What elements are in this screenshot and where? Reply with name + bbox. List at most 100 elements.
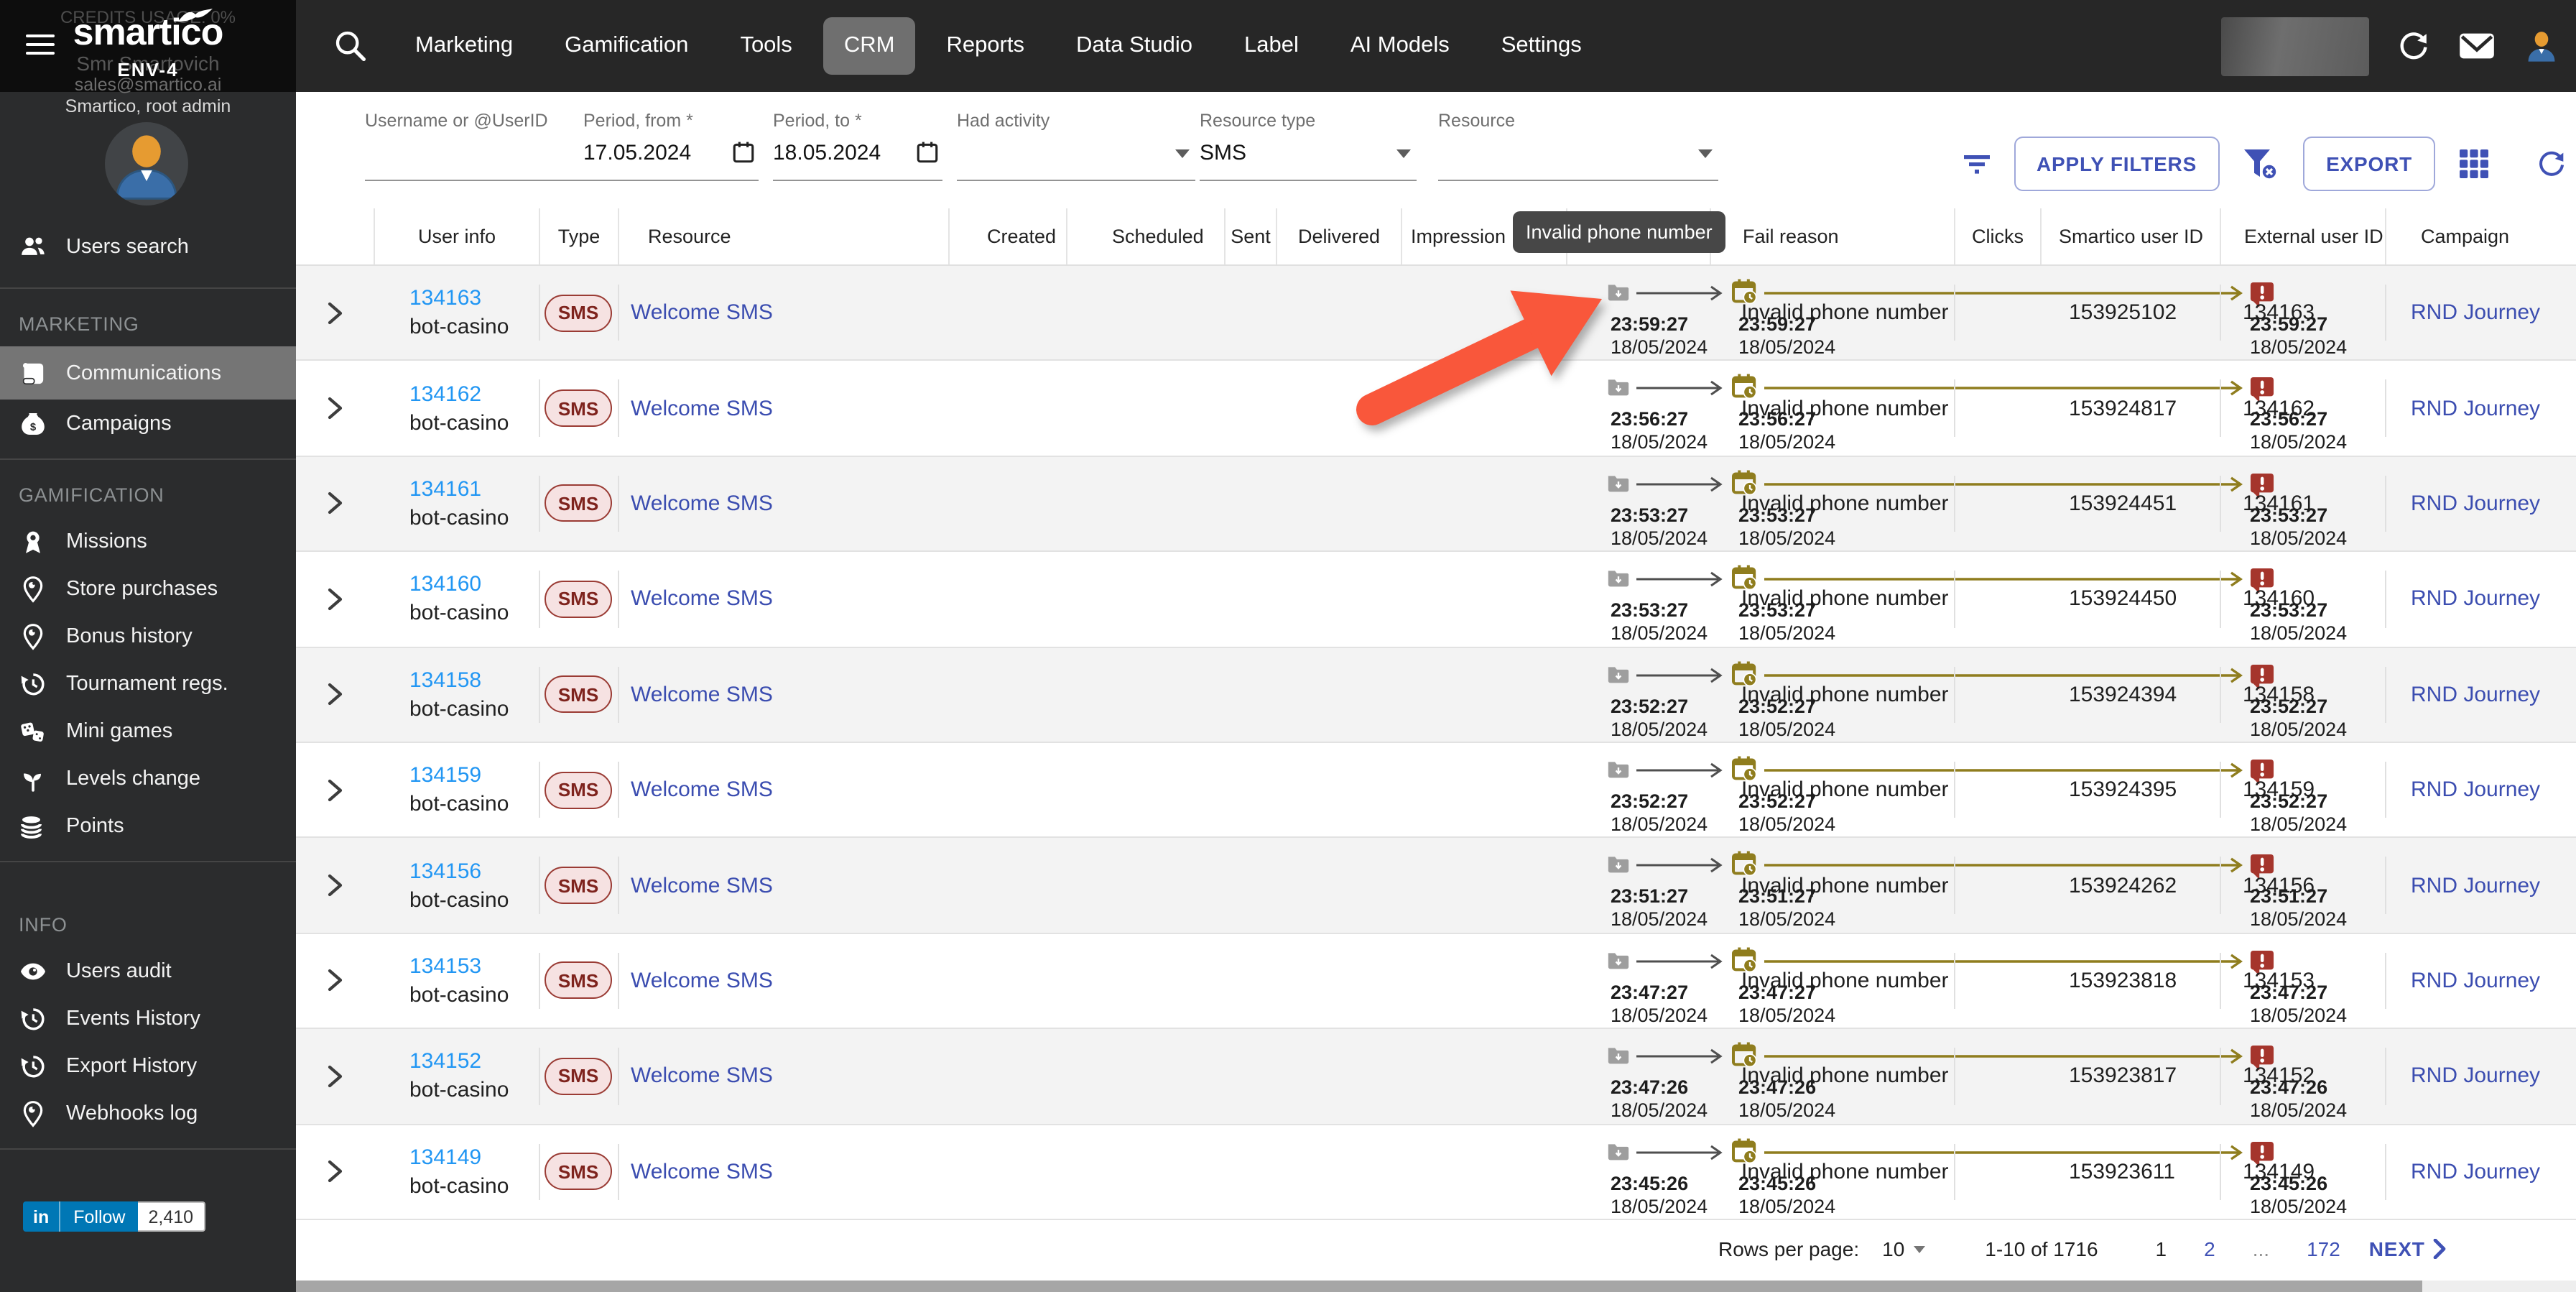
user-tag: bot-casino [409, 410, 509, 435]
page-number-172[interactable]: 172 [2307, 1237, 2340, 1260]
scrollbar-thumb[interactable] [296, 1281, 2422, 1292]
sidebar-item-store-purchases[interactable]: Store purchases [0, 565, 296, 612]
expand-row-button[interactable] [296, 457, 374, 551]
resource-link[interactable]: Welcome SMS [631, 969, 773, 993]
nav-item-data-studio[interactable]: Data Studio [1056, 17, 1213, 75]
export-button[interactable]: EXPORT [2303, 137, 2435, 191]
campaign-link[interactable]: RND Journey [2411, 969, 2540, 993]
resource-link[interactable]: Welcome SMS [631, 492, 773, 516]
user-id-link[interactable]: 134162 [409, 382, 481, 406]
campaign-link[interactable]: RND Journey [2411, 873, 2540, 898]
calendar-icon[interactable] [915, 139, 940, 165]
campaign-link[interactable]: RND Journey [2411, 300, 2540, 325]
sidebar-item-missions[interactable]: Missions [0, 517, 296, 565]
resource-link[interactable]: Welcome SMS [631, 683, 773, 707]
campaign-link[interactable]: RND Journey [2411, 396, 2540, 420]
filter-value[interactable] [1438, 135, 1718, 170]
calendar-icon[interactable] [731, 139, 756, 165]
sidebar-item-webhooks-log[interactable]: Webhooks log [0, 1089, 296, 1137]
sidebar-item-levels-change[interactable]: Levels change [0, 755, 296, 802]
user-id-link[interactable]: 134163 [409, 286, 481, 310]
next-page-button[interactable]: NEXT [2369, 1237, 2447, 1260]
page-number-1[interactable]: 1 [2156, 1237, 2167, 1260]
user-id-link[interactable]: 134152 [409, 1050, 481, 1074]
resource-link[interactable]: Welcome SMS [631, 587, 773, 612]
campaign-link[interactable]: RND Journey [2411, 492, 2540, 516]
sidebar-item-mini-games[interactable]: Mini games [0, 707, 296, 755]
expand-row-button[interactable] [296, 1125, 374, 1219]
sidebar-item-campaigns[interactable]: $ Campaigns [0, 400, 296, 447]
sidebar-item-points[interactable]: Points [0, 802, 296, 849]
expand-row-button[interactable] [296, 647, 374, 742]
nav-item-crm[interactable]: CRM [823, 17, 915, 75]
filter-lines-icon[interactable] [1962, 149, 1991, 178]
user-id-link[interactable]: 134158 [409, 668, 481, 693]
filter-value[interactable] [365, 135, 606, 170]
dropdown-caret-icon[interactable] [1698, 149, 1713, 158]
filter-value[interactable] [957, 135, 1195, 170]
sidebar-item-export-history[interactable]: Export History [0, 1042, 296, 1089]
sidebar-item-tournament-regs[interactable]: Tournament regs. [0, 660, 296, 707]
type-cell: SMS [539, 743, 618, 837]
resource-link[interactable]: Welcome SMS [631, 396, 773, 420]
linkedin-follow-badge[interactable]: in Follow 2,410 [23, 1201, 205, 1232]
campaign-link[interactable]: RND Journey [2411, 587, 2540, 612]
campaign-link[interactable]: RND Journey [2411, 1064, 2540, 1089]
user-avatar-icon[interactable] [2523, 27, 2560, 65]
rows-per-page-caret-icon[interactable] [1913, 1245, 1925, 1252]
user-id-link[interactable]: 134156 [409, 859, 481, 883]
resource-link[interactable]: Welcome SMS [631, 1064, 773, 1089]
expand-row-button[interactable] [296, 552, 374, 646]
campaign-link[interactable]: RND Journey [2411, 777, 2540, 802]
smartico-user-id-cell: 153924395 [2069, 777, 2177, 803]
user-id-link[interactable]: 134161 [409, 477, 481, 502]
column-header-type: Type [539, 208, 618, 264]
dropdown-caret-icon[interactable] [1396, 149, 1411, 158]
expand-row-button[interactable] [296, 743, 374, 837]
user-id-link[interactable]: 134149 [409, 1145, 481, 1169]
sidebar-item-users-audit[interactable]: Users audit [0, 947, 296, 995]
apply-filters-button[interactable]: APPLY FILTERS [2014, 137, 2220, 191]
user-id-link[interactable]: 134159 [409, 763, 481, 788]
sidebar-item-users-search[interactable]: Users search [0, 218, 296, 276]
nav-item-gamification[interactable]: Gamification [545, 17, 708, 75]
linkedin-follow-button[interactable]: Follow [60, 1201, 139, 1232]
search-icon[interactable] [332, 27, 369, 65]
page-number-2[interactable]: 2 [2204, 1237, 2215, 1260]
nav-item-reports[interactable]: Reports [926, 17, 1044, 75]
filter-value[interactable]: SMS [1200, 135, 1417, 170]
refresh-icon[interactable] [2536, 148, 2567, 180]
user-id-link[interactable]: 134153 [409, 954, 481, 979]
user-id-link[interactable]: 134160 [409, 573, 481, 597]
sidebar-item-events-history[interactable]: Events History [0, 995, 296, 1042]
expand-row-button[interactable] [296, 933, 374, 1028]
resource-link[interactable]: Welcome SMS [631, 300, 773, 325]
created-icon [1608, 1048, 1629, 1064]
nav-item-settings[interactable]: Settings [1481, 17, 1602, 75]
expand-row-button[interactable] [296, 266, 374, 360]
campaign-link[interactable]: RND Journey [2411, 1159, 2540, 1183]
sidebar-avatar[interactable] [105, 122, 188, 206]
campaign-link[interactable]: RND Journey [2411, 683, 2540, 707]
horizontal-scrollbar[interactable] [296, 1281, 2576, 1292]
resource-link[interactable]: Welcome SMS [631, 777, 773, 802]
nav-item-label[interactable]: Label [1224, 17, 1319, 75]
nav-item-marketing[interactable]: Marketing [395, 17, 533, 75]
expand-row-button[interactable] [296, 1029, 374, 1123]
resource-link[interactable]: Welcome SMS [631, 1159, 773, 1183]
dropdown-caret-icon[interactable] [1175, 149, 1190, 158]
expand-row-button[interactable] [296, 839, 374, 933]
clear-filter-icon[interactable] [2243, 147, 2280, 181]
mail-icon[interactable] [2458, 30, 2496, 62]
topbar-right [2221, 17, 2576, 75]
nav-item-ai-models[interactable]: AI Models [1330, 17, 1470, 75]
nav-item-tools[interactable]: Tools [720, 17, 812, 75]
sidebar-item-communications[interactable]: Communications [0, 346, 296, 400]
sidebar-item-bonus-history[interactable]: Bonus history [0, 612, 296, 660]
column-grid-icon[interactable] [2458, 148, 2490, 180]
refresh-icon[interactable] [2396, 29, 2431, 63]
rows-per-page-value[interactable]: 10 [1882, 1237, 1904, 1260]
chevron-right-icon [328, 874, 343, 897]
expand-row-button[interactable] [296, 361, 374, 456]
resource-link[interactable]: Welcome SMS [631, 873, 773, 898]
